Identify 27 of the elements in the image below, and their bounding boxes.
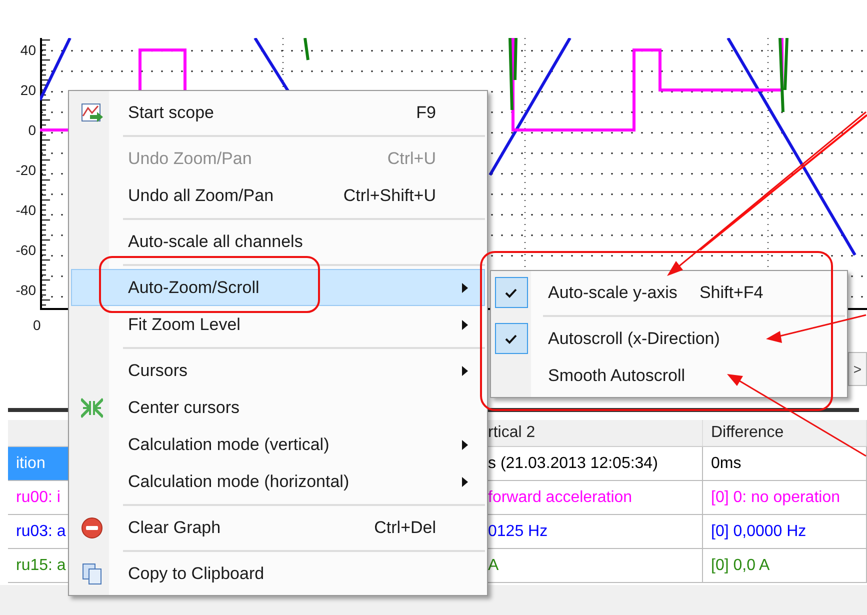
axis-label: -60 [16, 241, 36, 260]
scroll-right-button[interactable]: > [848, 352, 867, 386]
axis-label: 40 [20, 41, 36, 60]
axis-label: -80 [16, 281, 36, 300]
axis-label: 0 [28, 121, 36, 140]
arrows-icon [81, 396, 103, 418]
axis-label: 20 [20, 81, 36, 100]
axis-label: 0 [33, 316, 41, 334]
copy-icon [81, 562, 103, 586]
menu-item[interactable]: Start scope F9 [71, 94, 485, 131]
chart-icon [80, 100, 104, 124]
menu-item[interactable]: Fit Zoom Level [71, 306, 485, 343]
column-header[interactable]: Difference [703, 420, 867, 446]
menu-item[interactable]: Auto-scale all channels [71, 223, 485, 260]
menu-item[interactable]: Autoscroll (x-Direction) [493, 320, 845, 357]
menu-item[interactable]: Smooth Autoscroll [493, 357, 845, 394]
table-cell: 0ms [703, 447, 867, 480]
minus-circle-icon [81, 516, 103, 538]
menu-item[interactable]: Undo all Zoom/Pan Ctrl+Shift+U [71, 177, 485, 214]
table-cell: [0] 0: no operation [703, 481, 867, 514]
menu-item[interactable]: Auto-Zoom/Scroll [71, 269, 485, 306]
axis-label: -40 [16, 201, 36, 220]
axis-label: -20 [16, 161, 36, 180]
table-cell: [0] 0,0 A [703, 549, 867, 582]
table-cell: [0] 0,0000 Hz [703, 515, 867, 548]
menu-item[interactable]: Cursors [71, 352, 485, 389]
menu-item[interactable]: Auto-scale y-axis Shift+F4 [493, 274, 845, 311]
